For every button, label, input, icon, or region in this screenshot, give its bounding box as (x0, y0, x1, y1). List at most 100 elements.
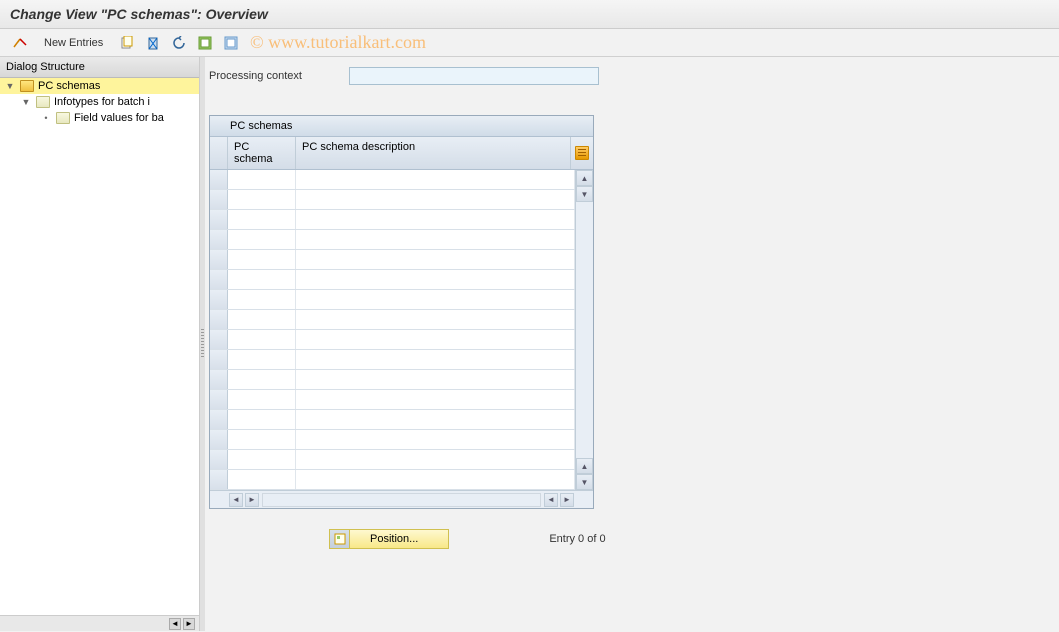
new-entries-button[interactable]: New Entries (36, 35, 111, 51)
row-selector-header[interactable] (210, 137, 228, 169)
copy-icon[interactable] (117, 33, 137, 53)
cell-description[interactable] (296, 470, 575, 489)
row-selector[interactable] (210, 470, 228, 489)
table-row[interactable] (210, 190, 575, 210)
row-selector[interactable] (210, 210, 228, 229)
left-panel-hscroll: ◄ ► (0, 615, 199, 631)
cell-pc-schema[interactable] (228, 450, 296, 469)
row-selector[interactable] (210, 350, 228, 369)
tree-toggle-icon[interactable]: ▼ (4, 81, 16, 91)
column-header-pc-schema[interactable]: PC schema (228, 137, 296, 169)
tree-item-pc-schemas[interactable]: ▼ PC schemas (0, 78, 199, 94)
dialog-structure-tree: ▼ PC schemas ▼ Infotypes for batch i • F… (0, 78, 199, 615)
cell-pc-schema[interactable] (228, 390, 296, 409)
row-selector[interactable] (210, 370, 228, 389)
cell-description[interactable] (296, 310, 575, 329)
hscroll-left-icon[interactable]: ◄ (229, 493, 243, 507)
tree-item-label: Infotypes for batch i (54, 96, 150, 108)
scroll-up-icon[interactable]: ▲ (576, 170, 593, 186)
processing-context-row: Processing context (209, 67, 1049, 85)
cell-description[interactable] (296, 350, 575, 369)
row-selector[interactable] (210, 330, 228, 349)
table-row[interactable] (210, 330, 575, 350)
cell-pc-schema[interactable] (228, 170, 296, 189)
cell-description[interactable] (296, 190, 575, 209)
cell-description[interactable] (296, 250, 575, 269)
hscroll-right2-icon[interactable]: ► (560, 493, 574, 507)
cell-pc-schema[interactable] (228, 250, 296, 269)
cell-description[interactable] (296, 390, 575, 409)
cell-description[interactable] (296, 270, 575, 289)
hscroll-left2-icon[interactable]: ◄ (544, 493, 558, 507)
cell-pc-schema[interactable] (228, 350, 296, 369)
cell-description[interactable] (296, 370, 575, 389)
processing-context-input[interactable] (349, 67, 599, 85)
cell-pc-schema[interactable] (228, 310, 296, 329)
table-row[interactable] (210, 310, 575, 330)
table-row[interactable] (210, 390, 575, 410)
row-selector[interactable] (210, 230, 228, 249)
table-row[interactable] (210, 430, 575, 450)
cell-description[interactable] (296, 430, 575, 449)
row-selector[interactable] (210, 450, 228, 469)
row-selector[interactable] (210, 270, 228, 289)
delete-icon[interactable] (143, 33, 163, 53)
hscroll-track[interactable] (262, 493, 541, 507)
row-selector[interactable] (210, 170, 228, 189)
position-button[interactable]: Position... (329, 529, 449, 549)
table-row[interactable] (210, 450, 575, 470)
cell-pc-schema[interactable] (228, 190, 296, 209)
vscroll-track[interactable] (576, 202, 593, 458)
table-row[interactable] (210, 210, 575, 230)
cell-pc-schema[interactable] (228, 290, 296, 309)
table-row[interactable] (210, 270, 575, 290)
column-header-description[interactable]: PC schema description (296, 137, 571, 169)
table-hscroll: ◄ ► ◄ ► (210, 490, 593, 508)
row-selector[interactable] (210, 250, 228, 269)
cell-pc-schema[interactable] (228, 470, 296, 489)
cell-pc-schema[interactable] (228, 330, 296, 349)
table-row[interactable] (210, 470, 575, 490)
cell-description[interactable] (296, 410, 575, 429)
table-row[interactable] (210, 230, 575, 250)
scroll-left-icon[interactable]: ◄ (169, 618, 181, 630)
cell-description[interactable] (296, 170, 575, 189)
row-selector[interactable] (210, 390, 228, 409)
cell-description[interactable] (296, 330, 575, 349)
scroll-down-icon[interactable]: ▼ (576, 474, 593, 490)
row-selector[interactable] (210, 310, 228, 329)
scroll-line-up-icon[interactable]: ▼ (576, 186, 593, 202)
tree-item-label: PC schemas (38, 80, 100, 92)
table-row[interactable] (210, 170, 575, 190)
row-selector[interactable] (210, 430, 228, 449)
hscroll-right-icon[interactable]: ► (245, 493, 259, 507)
tree-toggle-icon[interactable]: ▼ (20, 97, 32, 107)
scroll-right-icon[interactable]: ► (183, 618, 195, 630)
cell-pc-schema[interactable] (228, 410, 296, 429)
cell-pc-schema[interactable] (228, 430, 296, 449)
cell-pc-schema[interactable] (228, 270, 296, 289)
cell-pc-schema[interactable] (228, 370, 296, 389)
cell-pc-schema[interactable] (228, 210, 296, 229)
other-view-icon[interactable] (10, 33, 30, 53)
scroll-line-down-icon[interactable]: ▲ (576, 458, 593, 474)
row-selector[interactable] (210, 410, 228, 429)
undo-icon[interactable] (169, 33, 189, 53)
tree-item-infotypes[interactable]: ▼ Infotypes for batch i (0, 94, 199, 110)
table-row[interactable] (210, 290, 575, 310)
table-row[interactable] (210, 410, 575, 430)
table-row[interactable] (210, 250, 575, 270)
row-selector[interactable] (210, 190, 228, 209)
select-all-icon[interactable] (195, 33, 215, 53)
cell-pc-schema[interactable] (228, 230, 296, 249)
table-row[interactable] (210, 350, 575, 370)
cell-description[interactable] (296, 290, 575, 309)
table-config-button[interactable] (571, 137, 593, 169)
table-row[interactable] (210, 370, 575, 390)
cell-description[interactable] (296, 230, 575, 249)
cell-description[interactable] (296, 210, 575, 229)
cell-description[interactable] (296, 450, 575, 469)
deselect-all-icon[interactable] (221, 33, 241, 53)
row-selector[interactable] (210, 290, 228, 309)
tree-item-field-values[interactable]: • Field values for ba (0, 110, 199, 126)
